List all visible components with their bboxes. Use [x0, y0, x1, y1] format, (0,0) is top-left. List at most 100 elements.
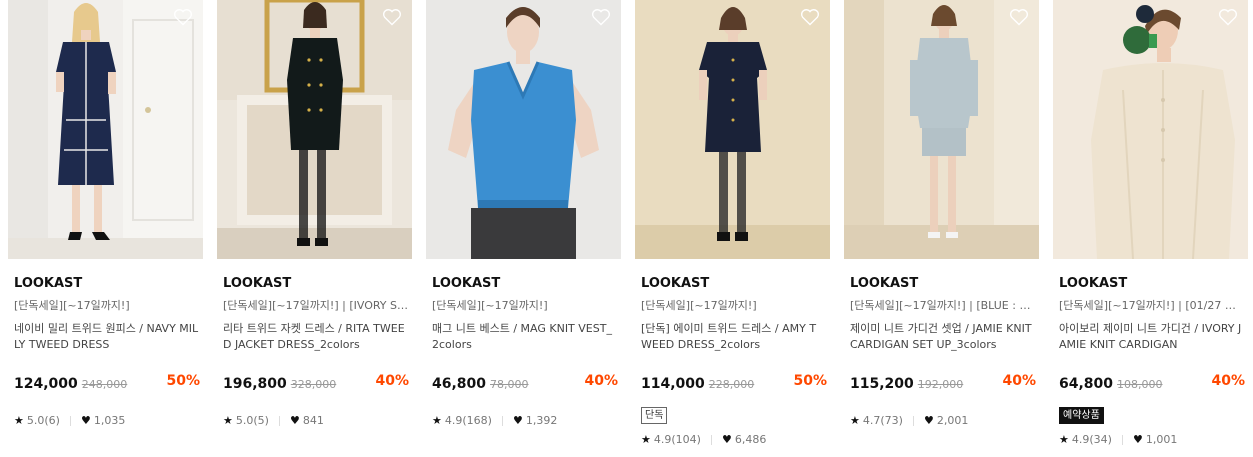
product-card[interactable]: LOOKAST [단독세일][~17일까지!] | [01/27 예약배송] 아…	[1053, 0, 1248, 448]
price-row: 196,800 328,000 40%	[217, 373, 412, 393]
brand-name[interactable]: LOOKAST	[8, 275, 203, 292]
sale-price: 115,200	[850, 376, 914, 392]
product-image[interactable]	[426, 0, 621, 259]
rating-likes: ★ 4.9(168) ♥ 1,392	[426, 413, 621, 429]
product-image[interactable]	[635, 0, 830, 259]
like-count: 1,392	[525, 414, 558, 427]
product-name[interactable]: [단독] 에이미 트위드 드레스 / AMY TWEED DRESS_2colo…	[635, 321, 830, 353]
brand-name[interactable]: LOOKAST	[426, 275, 621, 292]
product-card[interactable]: LOOKAST [단독세일][~17일까지!] [단독] 에이미 트위드 드레스…	[635, 0, 830, 448]
product-photo	[635, 0, 830, 259]
discount-rate: 40%	[1002, 373, 1036, 389]
original-price: 248,000	[81, 378, 128, 391]
heart-filled-icon: ♥	[80, 414, 91, 427]
price-row: 64,800 108,000 40%	[1053, 373, 1248, 393]
original-price: 228,000	[708, 378, 755, 391]
badge-area	[8, 403, 203, 413]
price-row: 46,800 78,000 40%	[426, 373, 621, 393]
product-photo	[844, 0, 1039, 259]
brand-name[interactable]: LOOKAST	[217, 275, 412, 292]
price-row: 114,000 228,000 50%	[635, 373, 830, 393]
divider	[278, 416, 280, 426]
promo-text: [단독세일][~17일까지!] | [IVORY S : 01/27 예약배송]	[223, 299, 412, 312]
discount-rate: 50%	[166, 373, 200, 389]
star-icon: ★	[850, 414, 860, 427]
original-price: 192,000	[917, 378, 964, 391]
discount-rate: 40%	[1211, 373, 1245, 389]
divider	[501, 416, 503, 426]
rating-likes: ★ 4.7(73) ♥ 2,001	[844, 413, 1039, 429]
product-card[interactable]: LOOKAST [단독세일][~17일까지!] | [IVORY S : 01/…	[217, 0, 412, 429]
product-image[interactable]	[1053, 0, 1248, 259]
product-name[interactable]: 제이미 니트 가디건 셋업 / JAMIE KNIT CARDIGAN SET …	[844, 321, 1039, 353]
product-card[interactable]: LOOKAST [단독세일][~17일까지!] 네이비 밀리 트위드 원피스 /…	[8, 0, 203, 429]
brand-name[interactable]: LOOKAST	[635, 275, 830, 292]
like-count: 6,486	[734, 433, 767, 446]
wishlist-heart-icon[interactable]	[382, 8, 402, 26]
star-icon: ★	[14, 414, 24, 427]
rating-value: 4.9(168)	[444, 414, 492, 427]
like-count: 1,035	[93, 414, 126, 427]
wishlist-heart-icon[interactable]	[800, 8, 820, 26]
product-image[interactable]	[217, 0, 412, 259]
product-card[interactable]: LOOKAST [단독세일][~17일까지!] 매그 니트 베스트 / MAG …	[426, 0, 621, 429]
star-icon: ★	[641, 433, 651, 446]
like-count: 841	[302, 414, 324, 427]
badge-area	[844, 403, 1039, 413]
badge-area	[217, 403, 412, 413]
rating-value: 4.7(73)	[862, 414, 903, 427]
sale-price: 124,000	[14, 376, 78, 392]
like-count: 2,001	[936, 414, 969, 427]
rating-likes: ★ 4.9(104) ♥ 6,486	[635, 432, 830, 448]
wishlist-heart-icon[interactable]	[1009, 8, 1029, 26]
divider	[1121, 435, 1123, 445]
product-photo	[8, 0, 203, 259]
rating-value: 4.9(104)	[653, 433, 701, 446]
brand-name[interactable]: LOOKAST	[1053, 275, 1248, 292]
preorder-badge: 예약상품	[1059, 407, 1104, 424]
exclusive-badge: 단독	[641, 407, 668, 424]
promo-text: [단독세일][~17일까지!]	[14, 299, 130, 312]
wishlist-heart-icon[interactable]	[1218, 8, 1238, 26]
sale-price: 196,800	[223, 376, 287, 392]
rating-likes: ★ 4.9(34) ♥ 1,001	[1053, 432, 1248, 448]
product-name[interactable]: 리타 트위드 자켓 드레스 / RITA TWEED JACKET DRESS_…	[217, 321, 412, 353]
brand-name[interactable]: LOOKAST	[844, 275, 1039, 292]
sale-price: 64,800	[1059, 376, 1114, 392]
heart-filled-icon: ♥	[1132, 433, 1143, 446]
star-icon: ★	[1059, 433, 1069, 446]
rating-value: 5.0(6)	[26, 414, 60, 427]
sale-price: 114,000	[641, 376, 705, 392]
divider	[912, 416, 914, 426]
product-photo	[426, 0, 621, 259]
product-image[interactable]	[844, 0, 1039, 259]
heart-filled-icon: ♥	[721, 433, 732, 446]
price-row: 124,000 248,000 50%	[8, 373, 203, 393]
badge-area: 예약상품	[1053, 403, 1248, 424]
rating-value: 4.9(34)	[1071, 433, 1112, 446]
promo-text: [단독세일][~17일까지!]	[432, 299, 548, 312]
rating-likes: ★ 5.0(5) ♥ 841	[217, 413, 412, 429]
product-image[interactable]	[8, 0, 203, 259]
badge-area	[426, 403, 621, 413]
price-row: 115,200 192,000 40%	[844, 373, 1039, 393]
wishlist-heart-icon[interactable]	[173, 8, 193, 26]
wishlist-heart-icon[interactable]	[591, 8, 611, 26]
star-icon: ★	[432, 414, 442, 427]
rating-value: 5.0(5)	[235, 414, 269, 427]
product-name[interactable]: 아이보리 제이미 니트 가디건 / IVORY JAMIE KNIT CARDI…	[1053, 321, 1248, 353]
discount-rate: 40%	[584, 373, 618, 389]
star-icon: ★	[223, 414, 233, 427]
promo-text: [단독세일][~17일까지!]	[641, 299, 757, 312]
original-price: 78,000	[490, 378, 529, 391]
product-grid: LOOKAST [단독세일][~17일까지!] 네이비 밀리 트위드 원피스 /…	[0, 0, 1253, 457]
original-price: 328,000	[290, 378, 337, 391]
heart-filled-icon: ♥	[289, 414, 300, 427]
product-card[interactable]: LOOKAST [단독세일][~17일까지!] | [BLUE : 01/27 …	[844, 0, 1039, 429]
product-name[interactable]: 매그 니트 베스트 / MAG KNIT VEST_2colors	[426, 321, 621, 353]
heart-filled-icon: ♥	[512, 414, 523, 427]
rating-likes: ★ 5.0(6) ♥ 1,035	[8, 413, 203, 429]
divider	[69, 416, 71, 426]
product-name[interactable]: 네이비 밀리 트위드 원피스 / NAVY MILLY TWEED DRESS	[8, 321, 203, 353]
badge-area: 단독	[635, 403, 830, 424]
